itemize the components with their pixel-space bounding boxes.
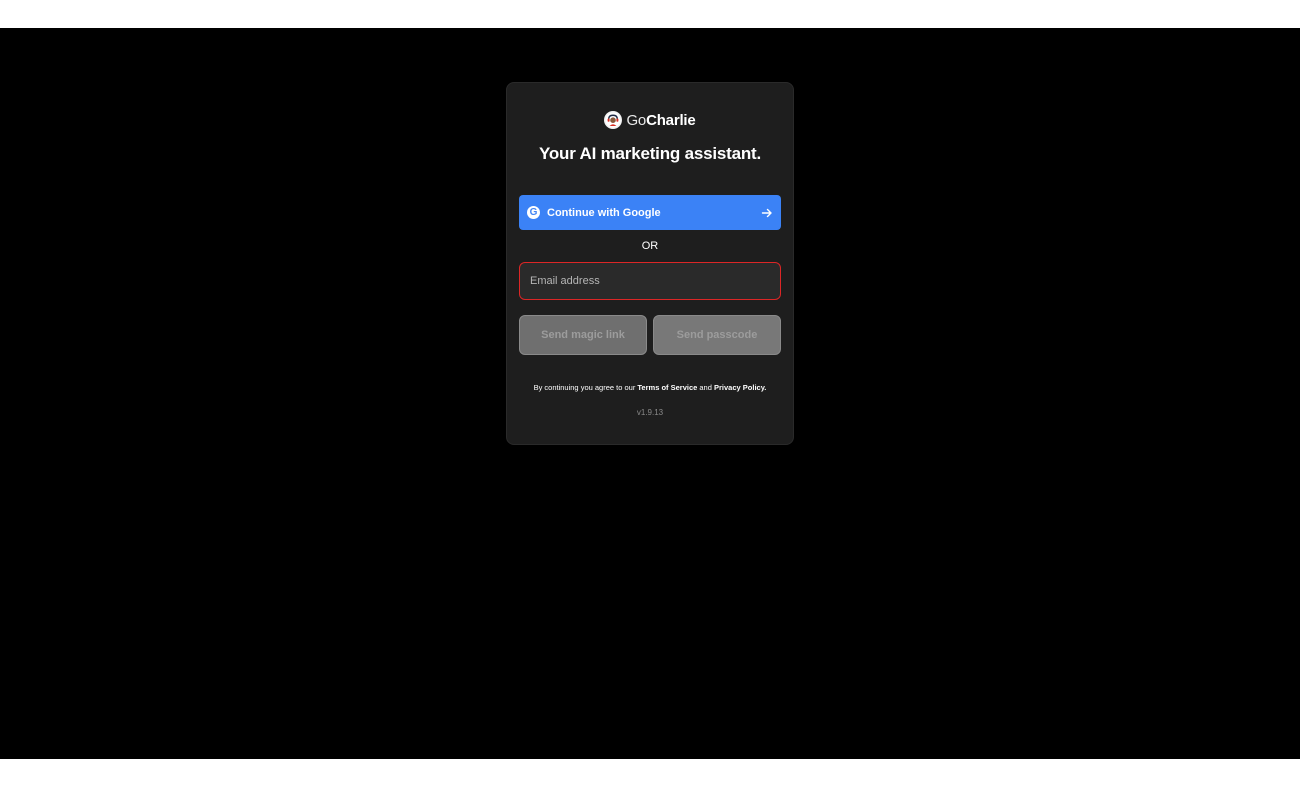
send-passcode-button[interactable]: Send passcode [653, 315, 781, 355]
send-actions: Send magic link Send passcode [519, 315, 781, 355]
send-magic-link-button[interactable]: Send magic link [519, 315, 647, 355]
google-g-icon: G [527, 206, 540, 219]
login-card: GoCharlie Your AI marketing assistant. G… [506, 82, 794, 445]
privacy-policy-link[interactable]: Privacy Policy. [714, 383, 766, 392]
terms-notice: By continuing you agree to our Terms of … [507, 383, 793, 392]
version-label: v1.9.13 [636, 408, 664, 417]
terms-and: and [699, 383, 712, 392]
email-input[interactable] [519, 262, 781, 300]
arrow-right-icon [761, 208, 772, 217]
or-divider: OR [641, 240, 659, 252]
terms-of-service-link[interactable]: Terms of Service [637, 383, 697, 392]
page-background: GoCharlie Your AI marketing assistant. G… [0, 28, 1300, 759]
terms-prefix: By continuing you agree to our [533, 383, 636, 392]
continue-with-google-button[interactable]: G Continue with Google [519, 195, 781, 230]
brand-logo: GoCharlie [507, 110, 793, 130]
page-title: Your AI marketing assistant. [538, 144, 762, 163]
gocharlie-mascot-icon [604, 111, 623, 129]
brand-name: GoCharlie [626, 111, 696, 129]
google-button-label: Continue with Google [547, 206, 661, 219]
